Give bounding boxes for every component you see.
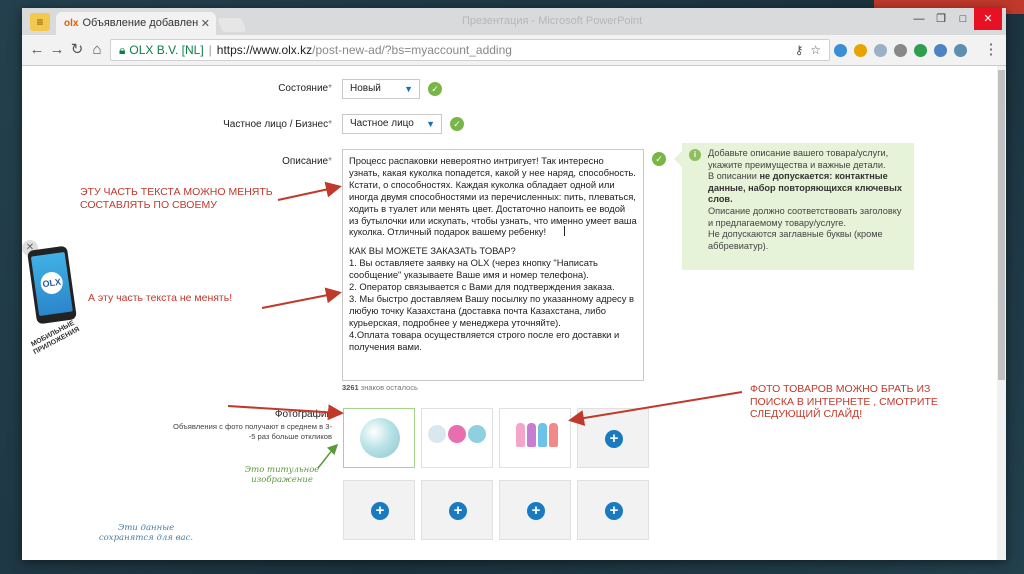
page-content: Состояние* Новый ▼ ✓ Частное лицо / Бизн… xyxy=(22,66,997,560)
secure-label: OLX B.V. [NL] xyxy=(129,43,204,57)
chevron-down-icon: ▼ xyxy=(404,84,413,94)
add-photo-icon[interactable]: + xyxy=(605,430,623,448)
extension-icon-1[interactable] xyxy=(834,44,847,57)
add-photo-icon[interactable]: + xyxy=(605,502,623,520)
add-photo-icon[interactable]: + xyxy=(527,502,545,520)
hint-line: В описании не допускается: контактные да… xyxy=(708,171,902,205)
state-select-value: Новый xyxy=(350,83,381,94)
description-textarea[interactable]: Процесс распаковки невероятно интригует!… xyxy=(342,149,644,381)
product-photo xyxy=(538,423,547,447)
browser-tab[interactable]: olx Объявление добавлен ✕ xyxy=(56,12,216,35)
reload-icon[interactable]: ↻ xyxy=(68,42,86,58)
tab-strip: ≡ olx Объявление добавлен ✕ Презентация -… xyxy=(22,8,1006,35)
url-host: https://www.olx.kz xyxy=(216,43,313,57)
state-check-icon: ✓ xyxy=(428,82,442,96)
photo-slot-empty[interactable]: + xyxy=(499,480,571,540)
page-scrollbar[interactable] xyxy=(997,66,1006,560)
window-title: Презентация - Microsoft PowerPoint xyxy=(462,15,643,27)
description-paragraph: 4.Оплата товара осуществляется строго по… xyxy=(349,328,620,352)
product-photo-ball xyxy=(360,418,400,458)
product-photo xyxy=(527,423,536,447)
tab-close-icon[interactable]: ✕ xyxy=(201,17,210,30)
chevron-down-icon: ▼ xyxy=(426,119,435,129)
product-photo xyxy=(448,425,466,443)
seller-type-label: Частное лицо / Бизнес* xyxy=(223,119,332,130)
url-input[interactable]: 🔒︎ OLX B.V. [NL] | https://www.olx.kz/post-… xyxy=(110,39,830,61)
browser-menu-icon[interactable]: ≡ xyxy=(30,13,50,31)
address-bar-row: ← → ↻ ⌂ 🔒︎ OLX B.V. [NL] | https://www.olx.… xyxy=(22,35,1006,66)
description-paragraph: 1. Вы оставляете заявку на OLX (через кн… xyxy=(349,257,598,281)
add-photo-icon[interactable]: + xyxy=(449,502,467,520)
state-select[interactable]: Новый ▼ xyxy=(342,79,420,99)
maximize-icon[interactable]: □ xyxy=(952,8,974,30)
product-photo xyxy=(549,423,558,447)
bookmark-star-icon[interactable]: ☆ xyxy=(810,43,821,57)
extension-icon-6[interactable] xyxy=(934,44,947,57)
product-photo xyxy=(468,425,486,443)
new-tab-button[interactable] xyxy=(217,18,247,32)
lock-icon: 🔒︎ xyxy=(119,43,126,57)
close-window-icon[interactable]: ✕ xyxy=(974,8,1002,30)
photo-slot[interactable] xyxy=(499,408,571,468)
photo-slot-empty[interactable]: + xyxy=(577,408,649,468)
extension-icon-2[interactable] xyxy=(854,44,867,57)
description-check-icon: ✓ xyxy=(652,152,666,166)
description-paragraph: Процесс распаковки невероятно интригует!… xyxy=(349,155,637,238)
description-paragraph: 3. Мы быстро доставляем Вашу посылку по … xyxy=(349,292,635,328)
extension-icon-5[interactable] xyxy=(914,44,927,57)
hint-line: Добавьте описание вашего товара/услуги, … xyxy=(708,148,889,170)
home-icon[interactable]: ⌂ xyxy=(88,42,106,58)
seller-type-check-icon: ✓ xyxy=(450,117,464,131)
photos-subtitle: Объявления с фото получают в среднем в 3… xyxy=(173,422,332,441)
extension-icon-3[interactable] xyxy=(874,44,887,57)
seller-type-select[interactable]: Частное лицо ▼ xyxy=(342,114,442,134)
minimize-icon[interactable]: — xyxy=(908,8,930,30)
photo-slot-empty[interactable]: + xyxy=(577,480,649,540)
forward-icon[interactable]: → xyxy=(48,42,66,58)
product-photo xyxy=(428,425,446,443)
char-counter: 3261 знаков осталось xyxy=(342,383,418,392)
hint-line: Не допускаются заглавные буквы (кроме аб… xyxy=(708,229,883,251)
tab-title: Объявление добавлен xyxy=(82,17,199,29)
window-controls: — ❐ □ ✕ xyxy=(908,8,1002,30)
seller-type-select-value: Частное лицо xyxy=(350,118,414,129)
description-paragraph: КАК ВЫ МОЖЕТЕ ЗАКАЗАТЬ ТОВАР? xyxy=(349,245,516,257)
photo-slot[interactable] xyxy=(421,408,493,468)
key-icon[interactable]: ⚷ xyxy=(795,43,804,57)
hint-line: Описание должно соответствовать заголовк… xyxy=(708,205,902,228)
state-label: Состояние* xyxy=(278,83,332,94)
restore-icon[interactable]: ❐ xyxy=(930,8,952,30)
extension-icon-4[interactable] xyxy=(894,44,907,57)
extension-icon-7[interactable] xyxy=(954,44,967,57)
back-icon[interactable]: ← xyxy=(28,42,46,58)
url-path: /post-new-ad/?bs=myaccount_adding xyxy=(312,43,512,57)
info-icon: i xyxy=(689,149,701,161)
description-label: Описание* xyxy=(282,156,332,167)
photo-slot-empty[interactable]: + xyxy=(343,480,415,540)
photos-label: Фотографии xyxy=(274,409,332,420)
browser-more-icon[interactable]: ⋮ xyxy=(982,42,1000,58)
photo-slot-main[interactable] xyxy=(343,408,415,468)
add-photo-icon[interactable]: + xyxy=(371,502,389,520)
photo-slot-empty[interactable]: + xyxy=(421,480,493,540)
product-photo xyxy=(516,423,525,447)
description-hint-box: i Добавьте описание вашего товара/услуги… xyxy=(674,143,914,270)
description-paragraph: 2. Оператор связывается с Вами для подтв… xyxy=(349,281,615,293)
olx-favicon-icon: olx xyxy=(64,18,79,29)
browser-window: ≡ olx Объявление добавлен ✕ Презентация -… xyxy=(22,8,1006,560)
